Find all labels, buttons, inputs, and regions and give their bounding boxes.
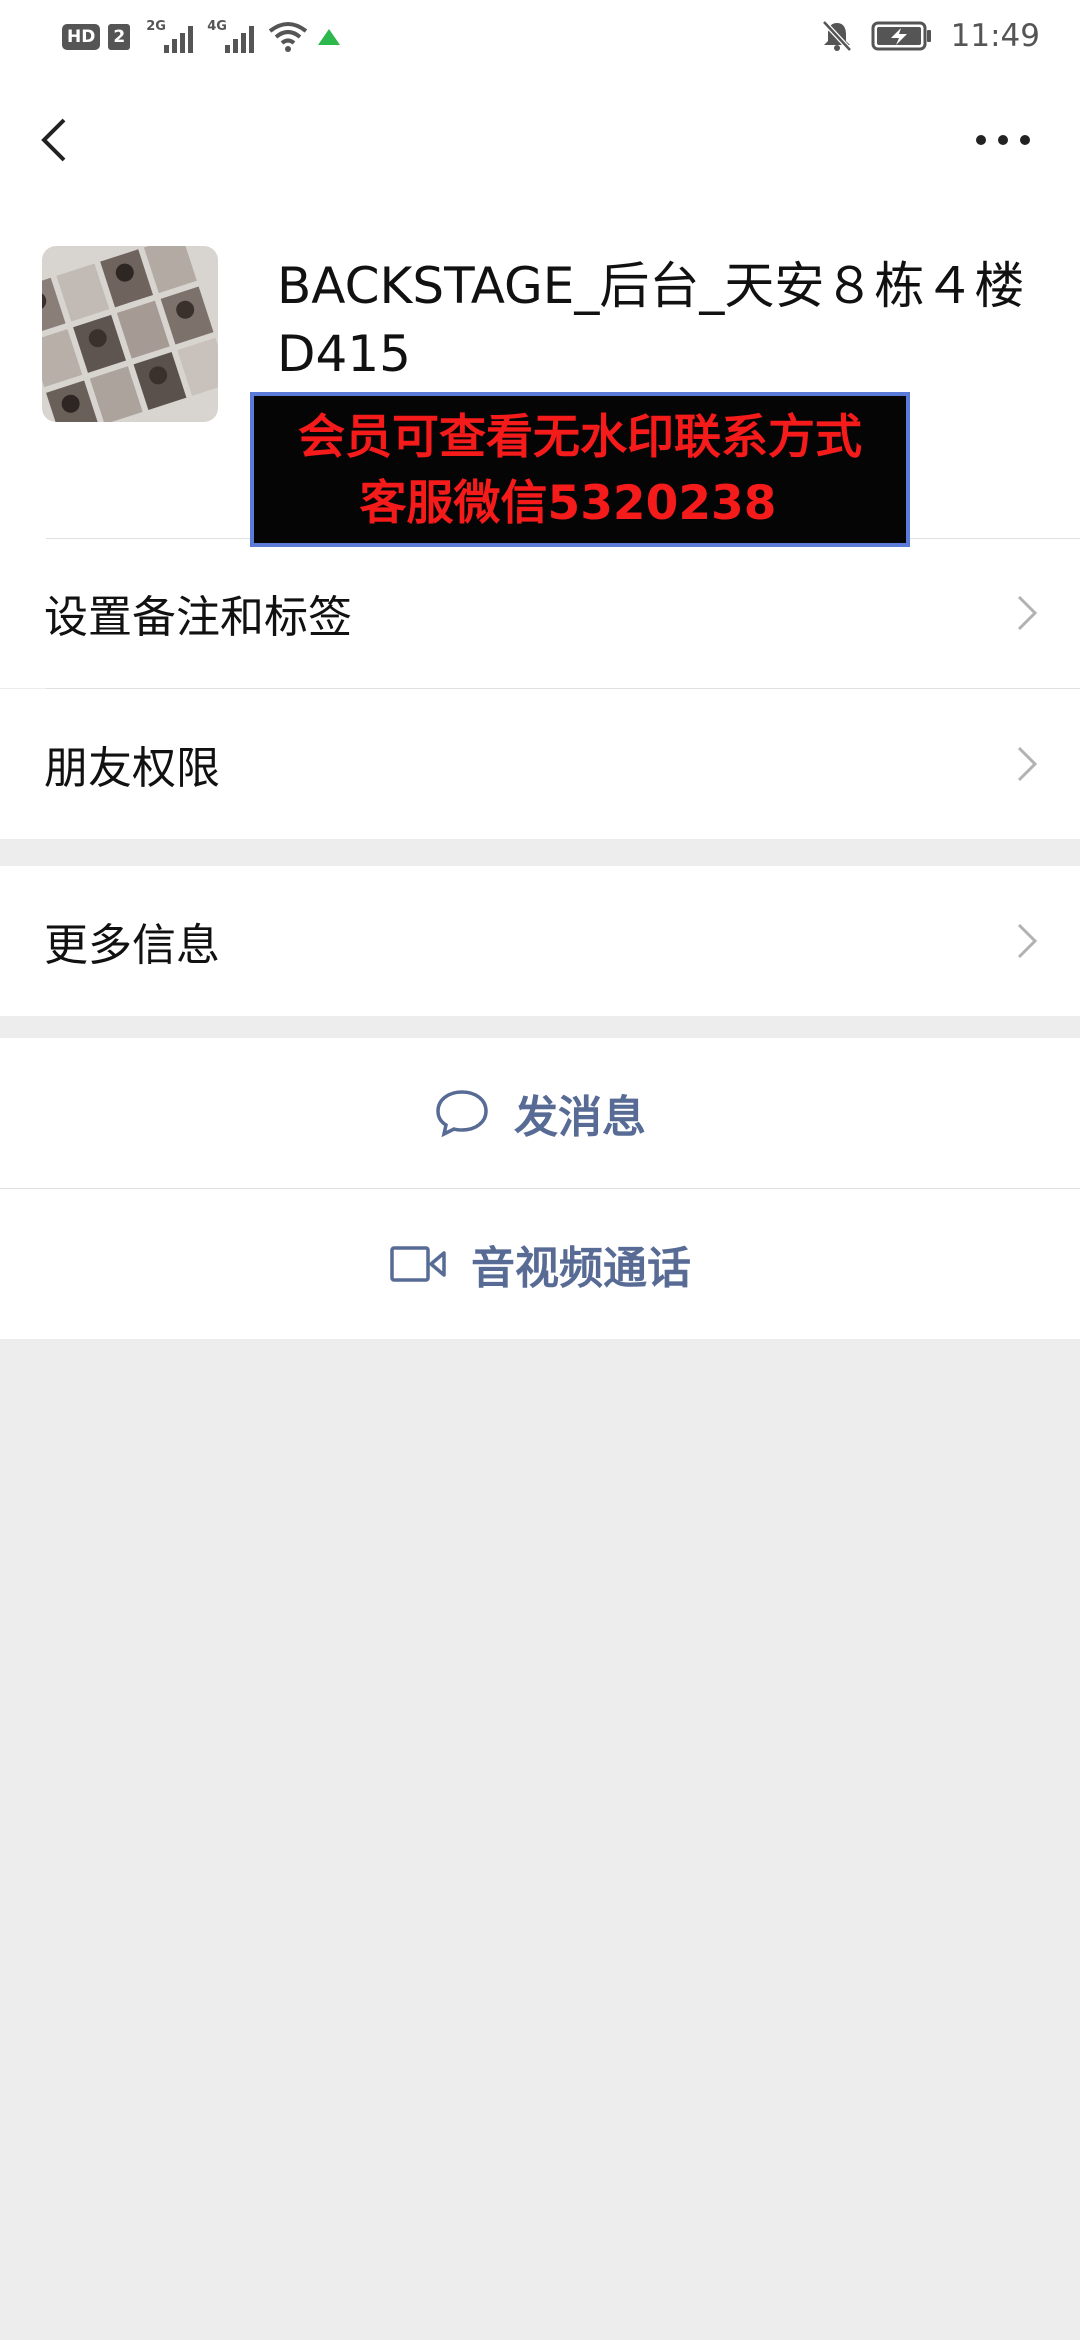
watermark-banner: 会员可查看无水印联系方式 客服微信5320238 bbox=[250, 392, 910, 547]
row-more-info[interactable]: 更多信息 bbox=[0, 866, 1080, 1016]
status-left: HD 2 2G 4G bbox=[62, 19, 342, 54]
signal-4g-icon: 4G bbox=[207, 19, 255, 53]
status-time: 11:49 bbox=[950, 18, 1040, 54]
row-label-permissions: 朋友权限 bbox=[44, 743, 220, 794]
row-friend-permissions[interactable]: 朋友权限 bbox=[0, 689, 1080, 839]
mute-bell-icon bbox=[821, 20, 852, 52]
battery-charging-icon bbox=[871, 21, 931, 51]
send-message-content: 发消息 bbox=[0, 1038, 1080, 1188]
video-call-label: 音视频通话 bbox=[471, 1243, 691, 1294]
video-call-content: 音视频通话 bbox=[0, 1189, 1080, 1339]
avatar[interactable] bbox=[42, 246, 218, 422]
wifi-icon bbox=[268, 22, 308, 52]
sim-badge: 2 bbox=[108, 24, 131, 50]
send-message-label: 发消息 bbox=[514, 1092, 646, 1143]
network-type-2: 4G bbox=[207, 19, 227, 34]
more-dots-icon[interactable] bbox=[974, 132, 1032, 148]
avatar-image bbox=[42, 246, 218, 422]
video-call-button[interactable]: 音视频通话 bbox=[0, 1189, 1080, 1339]
video-camera-icon bbox=[390, 1246, 446, 1282]
row-set-remarks-tags[interactable]: 设置备注和标签 bbox=[0, 538, 1080, 688]
hd-badge: HD bbox=[62, 24, 101, 50]
back-chevron-icon[interactable] bbox=[34, 116, 74, 164]
network-type-1: 2G bbox=[146, 19, 166, 34]
row-label-more-info: 更多信息 bbox=[44, 920, 220, 971]
signal-2g-icon: 2G bbox=[146, 19, 194, 53]
watermark-line-2: 客服微信5320238 bbox=[359, 476, 777, 531]
watermark-line-1: 会员可查看无水印联系方式 bbox=[298, 410, 862, 465]
status-bar: HD 2 2G 4G 11:49 bbox=[0, 0, 1080, 80]
chat-bubble-icon bbox=[436, 1090, 488, 1138]
status-right: 11:49 bbox=[821, 16, 1040, 56]
profile-name: BACKSTAGE_后台_天安８栋４楼D415 bbox=[277, 257, 1025, 383]
chevron-right-icon bbox=[1017, 746, 1038, 782]
chevron-right-icon bbox=[1017, 595, 1038, 631]
nav-bar bbox=[0, 92, 1080, 188]
data-arrow-icon bbox=[318, 29, 341, 45]
send-message-button[interactable]: 发消息 bbox=[0, 1038, 1080, 1188]
chevron-right-icon bbox=[1017, 923, 1038, 959]
row-label-remarks: 设置备注和标签 bbox=[44, 592, 352, 643]
